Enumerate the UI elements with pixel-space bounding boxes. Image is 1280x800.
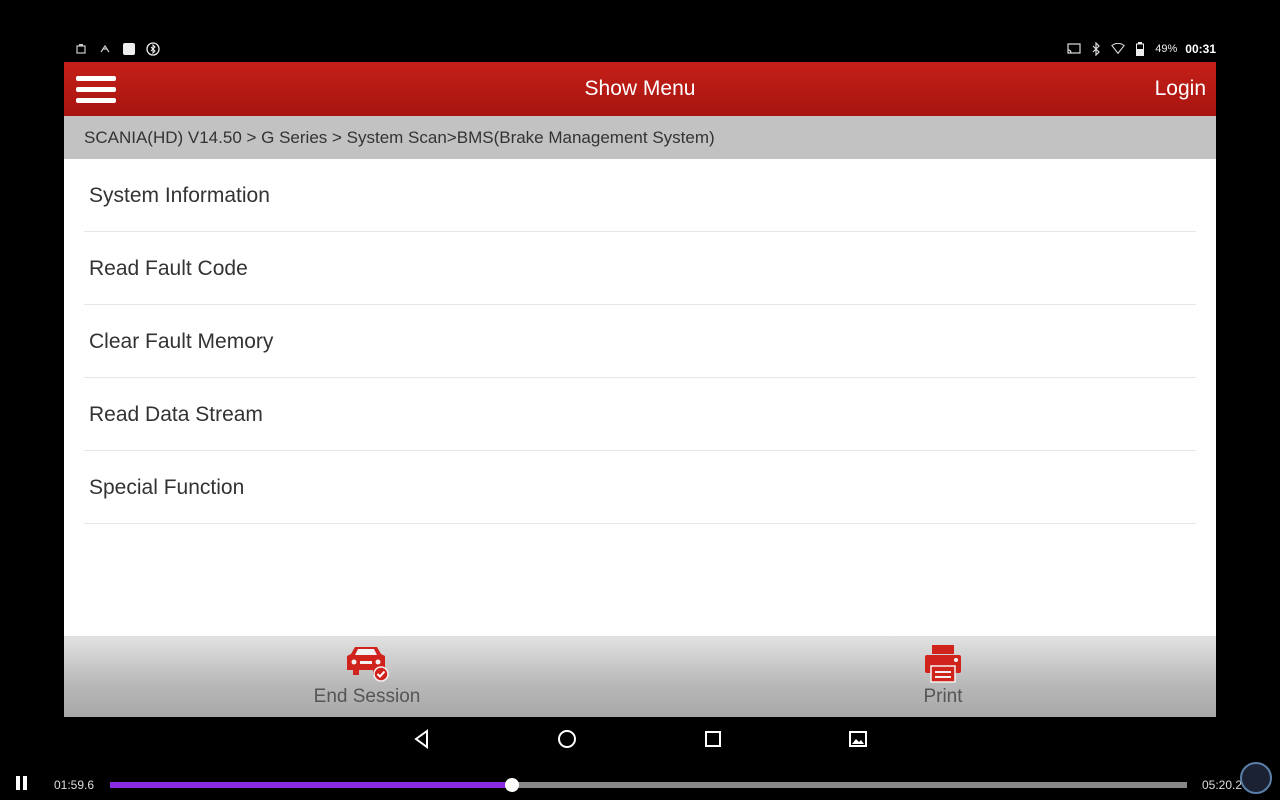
pause-button[interactable] — [14, 776, 30, 792]
screenshot-icon — [74, 42, 88, 56]
car-check-icon — [343, 644, 391, 684]
pause-icon — [23, 776, 27, 790]
bluetooth-icon — [1089, 42, 1103, 56]
battery-percent: 49% — [1155, 43, 1178, 55]
menu-item-special-function[interactable]: Special Function — [84, 451, 1196, 524]
back-icon — [414, 729, 428, 749]
assistive-touch-icon[interactable] — [1240, 762, 1272, 794]
cast-icon — [1067, 42, 1081, 56]
recents-button[interactable] — [701, 727, 725, 751]
end-session-button[interactable]: End Session — [267, 644, 467, 714]
bluetooth-settings-icon — [146, 42, 160, 56]
seek-bar-progress — [110, 782, 512, 788]
menu-item-system-information[interactable]: System Information — [84, 159, 1196, 232]
total-time: 05:20.2 — [1202, 778, 1243, 792]
bottom-toolbar: End Session Print — [64, 636, 1216, 717]
seek-bar[interactable] — [110, 778, 1187, 792]
print-label: Print — [923, 686, 963, 707]
usb-debug-icon — [98, 42, 112, 56]
screenshot-button[interactable] — [846, 727, 870, 751]
menu-item-read-fault-code[interactable]: Read Fault Code — [84, 232, 1196, 305]
page-title: Show Menu — [584, 77, 696, 100]
notification-icon — [122, 42, 136, 56]
home-button[interactable] — [555, 727, 579, 751]
diagnostic-app: Show Menu Login SCANIA(HD) V14.50 > G Se… — [64, 62, 1216, 717]
recents-icon — [705, 731, 721, 747]
menu-item-clear-fault-memory[interactable]: Clear Fault Memory — [84, 305, 1196, 378]
seek-thumb[interactable] — [504, 778, 519, 792]
wifi-icon — [1111, 42, 1126, 56]
end-session-label: End Session — [313, 686, 421, 707]
home-icon — [558, 730, 576, 748]
status-bar: 49% 00:31 — [64, 40, 1216, 62]
back-button[interactable] — [410, 727, 434, 751]
breadcrumb: SCANIA(HD) V14.50 > G Series > System Sc… — [64, 116, 1216, 159]
status-right: 49% 00:31 — [1067, 42, 1216, 56]
printer-icon — [919, 644, 967, 684]
status-time: 00:31 — [1185, 42, 1216, 56]
print-button[interactable]: Print — [843, 644, 1043, 714]
menu-item-read-data-stream[interactable]: Read Data Stream — [84, 378, 1196, 451]
android-nav-bar — [0, 717, 1280, 761]
pause-icon — [16, 776, 20, 790]
status-left — [74, 42, 160, 56]
battery-icon — [1133, 42, 1147, 56]
function-menu-list: System Information Read Fault Code Clear… — [84, 159, 1196, 524]
screen: 49% 00:31 Show Menu Login SCANIA(HD) V14… — [0, 0, 1280, 800]
current-time: 01:59.6 — [54, 778, 95, 792]
video-player-controls: 01:59.6 05:20.2 — [0, 762, 1280, 800]
login-button[interactable]: Login — [1155, 77, 1206, 101]
app-header: Show Menu Login — [64, 62, 1216, 116]
image-icon — [849, 731, 867, 747]
